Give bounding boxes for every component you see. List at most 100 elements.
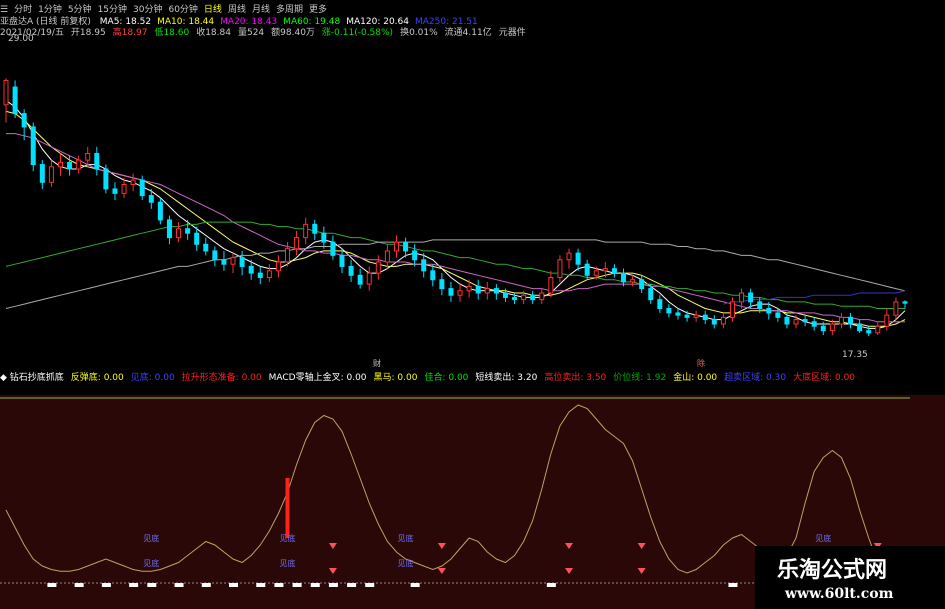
candle bbox=[275, 255, 281, 278]
candle bbox=[530, 290, 536, 305]
candle bbox=[711, 315, 717, 329]
candle bbox=[884, 308, 890, 331]
watermark-title: 乐淘公式网 bbox=[777, 557, 888, 583]
signal-bar bbox=[147, 583, 157, 587]
ma-line-ma20 bbox=[6, 133, 905, 323]
candle bbox=[439, 273, 445, 296]
signal-bar bbox=[546, 583, 556, 587]
marker-chu: 除 bbox=[697, 358, 705, 368]
candle bbox=[412, 244, 418, 267]
signal-bar bbox=[174, 583, 184, 587]
signal-bar bbox=[74, 583, 84, 587]
candle bbox=[611, 264, 617, 278]
watermark: 乐淘公式网 www.60lt.com bbox=[755, 546, 945, 609]
watermark-url: www.60lt.com bbox=[785, 586, 894, 602]
candle bbox=[666, 304, 672, 318]
candle bbox=[393, 235, 399, 258]
candle bbox=[57, 153, 63, 176]
candle bbox=[639, 275, 645, 293]
signal-bar bbox=[101, 583, 111, 587]
candle bbox=[230, 253, 236, 274]
signal-bar bbox=[229, 583, 239, 587]
candle bbox=[720, 312, 726, 329]
candle bbox=[630, 275, 636, 287]
signal-label: 见底 bbox=[815, 533, 831, 543]
candle bbox=[802, 315, 808, 327]
signal-label: 见底 bbox=[398, 533, 414, 543]
candle bbox=[212, 246, 218, 267]
signal-label: 见底 bbox=[143, 558, 159, 568]
candle bbox=[357, 268, 363, 289]
candle bbox=[657, 295, 663, 313]
candle bbox=[384, 244, 390, 269]
candle bbox=[893, 297, 899, 320]
signal-bar bbox=[274, 583, 284, 587]
candle bbox=[693, 310, 699, 322]
ma-line-ma60 bbox=[5, 221, 905, 309]
signal-bar bbox=[365, 583, 375, 587]
candle bbox=[675, 308, 681, 320]
chart-canvas: 见底见底见底见底见底见底见底见底 29.00 17.35 财 除 bbox=[0, 34, 945, 609]
candle bbox=[166, 215, 172, 245]
candle bbox=[312, 219, 318, 240]
candle bbox=[30, 122, 36, 172]
candle bbox=[848, 312, 854, 329]
candle bbox=[838, 312, 844, 329]
signal-bar bbox=[201, 583, 211, 587]
low-price-label: 17.35 bbox=[842, 350, 868, 360]
candle bbox=[475, 279, 481, 300]
signal-bar bbox=[347, 583, 357, 587]
candle bbox=[448, 281, 454, 302]
candle bbox=[76, 155, 82, 174]
candle bbox=[257, 266, 263, 285]
ma-line-ma120 bbox=[5, 239, 906, 309]
ma-line-ma5 bbox=[5, 99, 906, 329]
candle bbox=[39, 160, 45, 189]
candle bbox=[321, 226, 327, 249]
signal-label: 见底 bbox=[280, 533, 296, 543]
candle bbox=[239, 250, 245, 276]
candle bbox=[94, 146, 100, 176]
candle bbox=[112, 182, 118, 200]
signal-label: 见底 bbox=[143, 533, 159, 543]
candle bbox=[421, 253, 427, 278]
marker-cai: 财 bbox=[373, 358, 381, 368]
candle bbox=[48, 160, 54, 187]
signal-bar bbox=[256, 583, 266, 587]
candle bbox=[902, 300, 908, 309]
signal-bar bbox=[410, 583, 420, 587]
candle bbox=[12, 80, 18, 119]
candle bbox=[176, 222, 182, 243]
candle bbox=[366, 266, 372, 291]
candle bbox=[266, 264, 272, 282]
candle bbox=[575, 248, 581, 271]
candle bbox=[430, 264, 436, 287]
candle bbox=[566, 248, 572, 269]
candle bbox=[103, 164, 109, 194]
signal-bar bbox=[328, 583, 338, 587]
candle bbox=[221, 250, 227, 271]
signal-label: 见底 bbox=[280, 558, 296, 568]
candle bbox=[557, 255, 563, 282]
candle bbox=[811, 317, 817, 331]
red-signal-bar bbox=[285, 478, 290, 538]
ma-line-ma10 bbox=[5, 110, 906, 327]
candle bbox=[857, 319, 863, 333]
candle bbox=[157, 197, 163, 225]
high-price-label: 29.00 bbox=[8, 34, 34, 44]
candle bbox=[493, 284, 499, 300]
candle bbox=[3, 78, 9, 123]
signal-bar bbox=[47, 583, 57, 587]
signal-bar bbox=[129, 583, 139, 587]
candle bbox=[375, 255, 381, 280]
signal-bar bbox=[728, 583, 738, 587]
candle bbox=[330, 235, 336, 260]
signal-bar bbox=[292, 583, 302, 587]
candle bbox=[875, 321, 881, 336]
signal-label: 见底 bbox=[398, 558, 414, 568]
signal-bar bbox=[310, 583, 320, 587]
candle bbox=[484, 281, 490, 300]
candle bbox=[729, 297, 735, 322]
candle bbox=[539, 288, 545, 305]
candle bbox=[130, 173, 136, 192]
